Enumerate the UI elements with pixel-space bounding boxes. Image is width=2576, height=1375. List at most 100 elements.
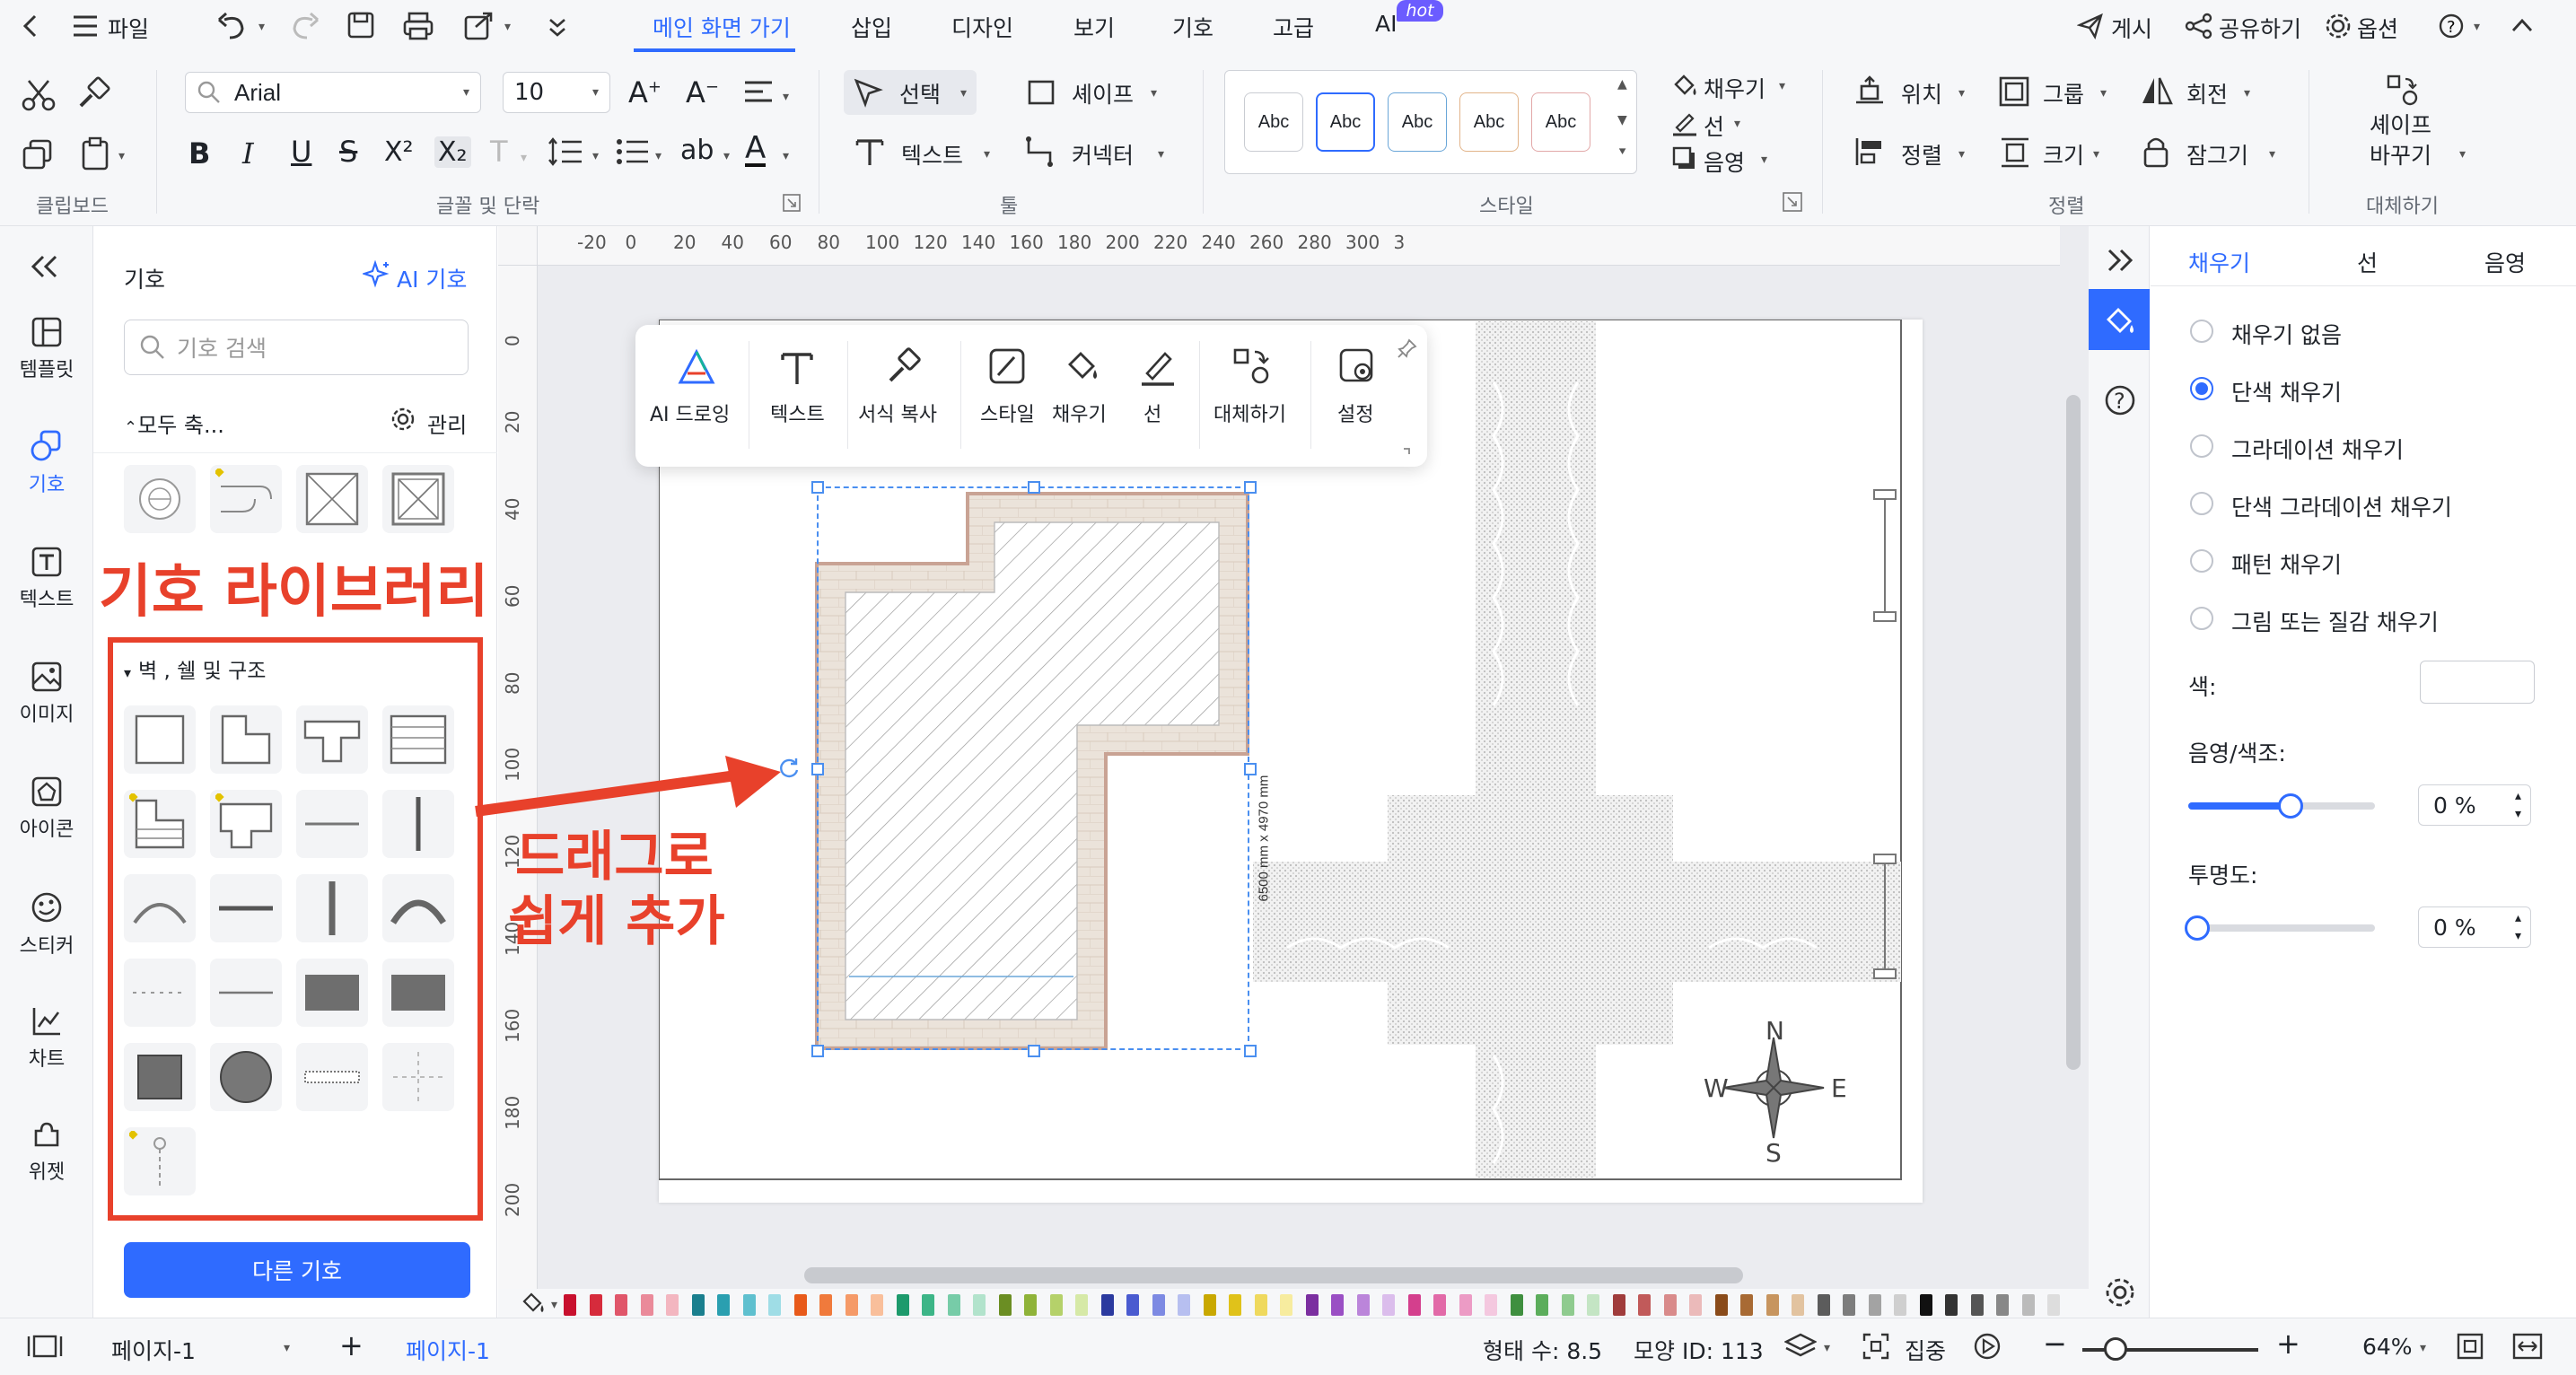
palette-swatch[interactable] [793,1294,807,1316]
palette-swatch[interactable] [1714,1294,1728,1316]
fill-panel-tab[interactable] [2089,289,2150,350]
tab-ai[interactable]: AI [1375,11,1397,37]
palette-swatch[interactable] [666,1294,679,1316]
gallery-up-icon[interactable]: ▲ [1617,77,1627,92]
zoom-out-button[interactable]: − [2043,1327,2067,1361]
symbol-curved-wall[interactable] [210,465,282,533]
help-circle-icon[interactable]: ? [2104,384,2136,416]
paste-dropdown-icon[interactable]: ▾ [118,149,125,163]
palette-swatch[interactable] [1485,1294,1497,1316]
line-pen-icon[interactable] [1671,109,1698,136]
publish-button[interactable]: 게시 [2111,12,2152,44]
symbol-item[interactable] [296,959,368,1027]
fb-line-icon[interactable] [1138,346,1178,386]
style-preset-5[interactable]: Abc [1531,92,1590,152]
palette-swatch[interactable] [1433,1294,1446,1316]
tab-view[interactable]: 보기 [1073,11,1115,43]
zoom-dropdown-icon[interactable]: ▾ [2420,1341,2426,1355]
fb-text-icon[interactable] [777,348,817,388]
text-tool-icon[interactable] [854,136,885,167]
tab-fill[interactable]: 채우기 [2188,246,2250,278]
symbol-box-cross[interactable] [296,465,368,533]
connector-tool-label[interactable]: 커넥터 [1072,138,1134,171]
palette-swatch[interactable] [691,1294,705,1316]
replace-shape-icon[interactable] [2386,74,2420,106]
symbol-item[interactable] [210,874,282,942]
shape-tool-label[interactable]: 셰이프 [1072,77,1134,109]
superscript-button[interactable]: X² [384,136,414,168]
palette-swatch[interactable] [1536,1294,1548,1316]
bullet-list-icon[interactable] [616,136,650,167]
lock-icon[interactable] [2142,135,2170,169]
fit-width-icon[interactable] [2511,1332,2544,1361]
resize-handle[interactable] [1244,1045,1257,1057]
symbol-item[interactable] [296,790,368,858]
back-icon[interactable] [20,13,41,39]
resize-handle[interactable] [811,481,824,494]
expand-panel-icon[interactable] [2106,248,2134,273]
tab-line[interactable]: 선 [2357,246,2378,278]
collapse-panel-icon[interactable] [29,253,61,280]
palette-swatch[interactable] [1843,1294,1855,1316]
symbol-item[interactable] [382,874,454,942]
stepper-icon[interactable]: ▴ ▾ [2515,787,2521,823]
underline-button[interactable]: U [291,135,311,169]
resize-handle[interactable] [1028,1045,1040,1057]
palette-swatch[interactable] [1740,1294,1753,1316]
palette-swatch[interactable] [871,1294,883,1316]
undo-icon[interactable] [215,11,251,41]
group-icon[interactable] [1998,75,2030,108]
group-label[interactable]: 그룹 [2043,77,2084,109]
symbol-item[interactable] [382,705,454,774]
zoom-in-button[interactable]: + [2276,1327,2300,1361]
fb-format-painter[interactable]: 서식 복사 [858,398,937,427]
focus-icon[interactable] [1862,1332,1890,1361]
symbol-item[interactable] [296,705,368,774]
style-preset-4[interactable]: Abc [1459,92,1519,152]
ai-drawing-icon[interactable] [677,348,716,388]
rail-template[interactable]: 템플릿 [0,316,93,382]
manage-gear-icon[interactable] [390,406,416,433]
connector-dropdown-icon[interactable]: ▾ [1158,147,1164,162]
palette-swatch[interactable] [1356,1294,1370,1316]
stepper-icon[interactable]: ▴ ▾ [2515,909,2521,945]
size-icon[interactable] [2000,136,2030,169]
fb-style-icon[interactable] [987,346,1027,386]
select-dropdown-icon[interactable]: ▾ [960,86,967,101]
resize-handle[interactable] [1244,481,1257,494]
zoom-slider-thumb[interactable] [2104,1337,2127,1361]
export-icon[interactable] [463,11,494,41]
symbol-item[interactable] [124,705,196,774]
more-symbols-button[interactable]: 다른 기호 [124,1242,470,1298]
palette-swatch[interactable] [922,1294,934,1316]
collapse-ribbon-icon[interactable] [2510,14,2535,36]
export-dropdown-icon[interactable]: ▾ [504,20,511,34]
radio-solid-fill[interactable] [2190,377,2213,400]
horizontal-scrollbar[interactable] [804,1267,1743,1283]
tab-design[interactable]: 디자인 [951,11,1013,43]
symbol-item[interactable] [382,1043,454,1111]
decrease-font-icon[interactable]: A− [686,75,719,109]
symbol-item[interactable] [124,1043,196,1111]
palette-swatch[interactable] [2047,1294,2060,1316]
fill-label[interactable]: 채우기 [1704,72,1766,104]
file-menu[interactable]: 파일 [108,12,149,44]
palette-swatch[interactable] [845,1294,858,1316]
rail-widget[interactable]: 위젯 [0,1118,93,1185]
symbol-search-box[interactable]: 기호 검색 [124,320,469,375]
palette-swatch[interactable] [819,1294,832,1316]
active-page-tab[interactable]: 페이지-1 [406,1334,490,1366]
style-preset-1[interactable]: Abc [1244,92,1303,152]
lock-dropdown-icon[interactable]: ▾ [2269,147,2275,162]
tab-home[interactable]: 메인 화면 가기 [653,11,791,43]
hamburger-icon[interactable] [72,14,99,38]
palette-swatch[interactable] [1075,1294,1088,1316]
symbol-item[interactable] [124,959,196,1027]
expand-dialog-icon[interactable] [1783,192,1802,212]
palette-swatch[interactable] [1305,1294,1319,1316]
palette-swatch[interactable] [742,1294,756,1316]
tab-advanced[interactable]: 고급 [1273,11,1314,43]
tab-shadow[interactable]: 음영 [2484,246,2526,278]
page-selector[interactable]: 페이지-1 [111,1334,196,1366]
symbol-item[interactable] [124,790,196,858]
